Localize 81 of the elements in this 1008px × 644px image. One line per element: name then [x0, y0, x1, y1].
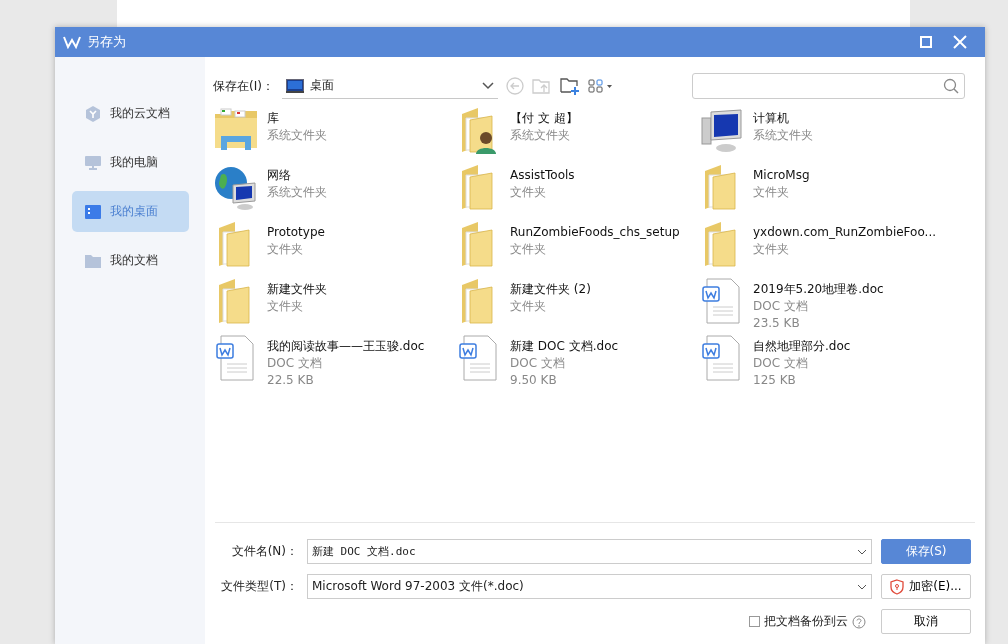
file-type: 文件夹 — [510, 241, 547, 258]
maximize-icon — [920, 36, 932, 48]
file-item[interactable]: 我的阅读故事——王玉骏.doc DOC 文档 22.5 KB — [213, 334, 456, 391]
file-name: yxdown.com_RunZombieFoo... — [753, 224, 936, 241]
file-item[interactable]: MicroMsg 文件夹 — [699, 163, 959, 220]
file-item[interactable]: 新建 DOC 文档.doc DOC 文档 9.50 KB — [456, 334, 699, 391]
file-item[interactable]: 【付 文 超】 系统文件夹 — [456, 106, 699, 163]
save-button[interactable]: 保存(S) — [881, 539, 971, 564]
window-title: 另存为 — [87, 33, 127, 51]
file-type: DOC 文档 — [753, 355, 809, 372]
file-size: 22.5 KB — [267, 372, 315, 389]
file-name: Prototype — [267, 224, 325, 241]
file-name: 我的阅读故事——王玉骏.doc — [267, 338, 425, 355]
file-name: 网络 — [267, 167, 292, 184]
filename-label: 文件名(N)： — [230, 543, 298, 560]
file-item[interactable]: yxdown.com_RunZombieFoo... 文件夹 — [699, 220, 959, 277]
file-name: 计算机 — [753, 110, 790, 127]
file-type: 文件夹 — [753, 241, 790, 258]
file-type: 文件夹 — [267, 241, 304, 258]
file-name: MicroMsg — [753, 167, 810, 184]
location-label: 保存在(I)： — [213, 77, 274, 95]
file-name: 【付 文 超】 — [510, 110, 578, 127]
file-item[interactable]: 新建文件夹 (2) 文件夹 — [456, 277, 699, 334]
file-item[interactable]: 库 系统文件夹 — [213, 106, 456, 163]
file-size: 23.5 KB — [753, 315, 801, 332]
chevron-down-icon — [857, 583, 867, 590]
file-type: 文件夹 — [510, 298, 547, 315]
location-dropdown[interactable]: 桌面 — [281, 73, 498, 99]
file-item[interactable]: 计算机 系统文件夹 — [699, 106, 959, 163]
sidebar-item[interactable]: 我的云文档 — [71, 93, 189, 134]
file-type: 文件夹 — [510, 184, 547, 201]
file-type: 系统文件夹 — [267, 127, 327, 144]
file-name: 新建文件夹 (2) — [510, 281, 591, 298]
close-icon — [953, 35, 967, 49]
encrypt-button[interactable]: 加密(E)... — [881, 574, 971, 599]
file-name: 新建文件夹 — [267, 281, 327, 298]
file-type: 系统文件夹 — [267, 184, 327, 201]
file-item[interactable]: Prototype 文件夹 — [213, 220, 456, 277]
cube-icon — [83, 104, 102, 123]
filetype-label: 文件类型(T)： — [220, 578, 298, 595]
new-folder-button[interactable] — [559, 77, 580, 95]
file-type: 文件夹 — [267, 298, 304, 315]
file-name: 2019年5.20地理卷.doc — [753, 281, 884, 298]
file-size: 125 KB — [753, 372, 797, 389]
shield-icon — [890, 578, 905, 595]
sidebar-item[interactable]: 我的电脑 — [71, 142, 189, 183]
computer-icon — [699, 106, 745, 154]
sidebar-item[interactable]: 我的文档 — [71, 240, 189, 281]
desktop-icon — [83, 202, 102, 221]
backup-label: 把文档备份到云 — [764, 613, 848, 630]
file-name: 新建 DOC 文档.doc — [510, 338, 619, 355]
filetype-dropdown[interactable]: Microsoft Word 97-2003 文件(*.doc) — [307, 574, 872, 599]
file-type: DOC 文档 — [267, 355, 323, 372]
filename-field[interactable]: 新建 DOC 文档.doc — [307, 539, 872, 564]
file-type: DOC 文档 — [753, 298, 809, 315]
file-item[interactable]: AssistTools 文件夹 — [456, 163, 699, 220]
file-item[interactable]: 网络 系统文件夹 — [213, 163, 456, 220]
file-item[interactable]: 新建文件夹 文件夹 — [213, 277, 456, 334]
file-name: 自然地理部分.doc — [753, 338, 851, 355]
search-field[interactable] — [692, 73, 965, 99]
view-mode-button[interactable] — [587, 79, 614, 93]
file-item[interactable]: 2019年5.20地理卷.doc DOC 文档 23.5 KB — [699, 277, 959, 334]
cancel-button[interactable]: 取消 — [881, 609, 971, 634]
file-type: DOC 文档 — [510, 355, 566, 372]
file-type: 文件夹 — [753, 184, 790, 201]
backup-checkbox[interactable] — [749, 616, 760, 627]
desktop-icon — [285, 78, 304, 93]
help-icon — [852, 614, 866, 629]
app-logo-icon — [63, 35, 81, 49]
monitor-icon — [83, 153, 102, 172]
file-type: 系统文件夹 — [510, 127, 571, 144]
chevron-down-icon — [481, 81, 494, 90]
file-name: RunZombieFoods_chs_setup — [510, 224, 680, 241]
file-name: 库 — [267, 110, 280, 127]
file-item[interactable]: 自然地理部分.doc DOC 文档 125 KB — [699, 334, 959, 391]
file-size: 9.50 KB — [510, 372, 558, 389]
search-icon — [943, 78, 959, 94]
chevron-down-icon — [857, 548, 867, 555]
file-name: AssistTools — [510, 167, 575, 184]
file-item[interactable]: RunZombieFoods_chs_setup 文件夹 — [456, 220, 699, 277]
file-type: 系统文件夹 — [753, 127, 813, 144]
